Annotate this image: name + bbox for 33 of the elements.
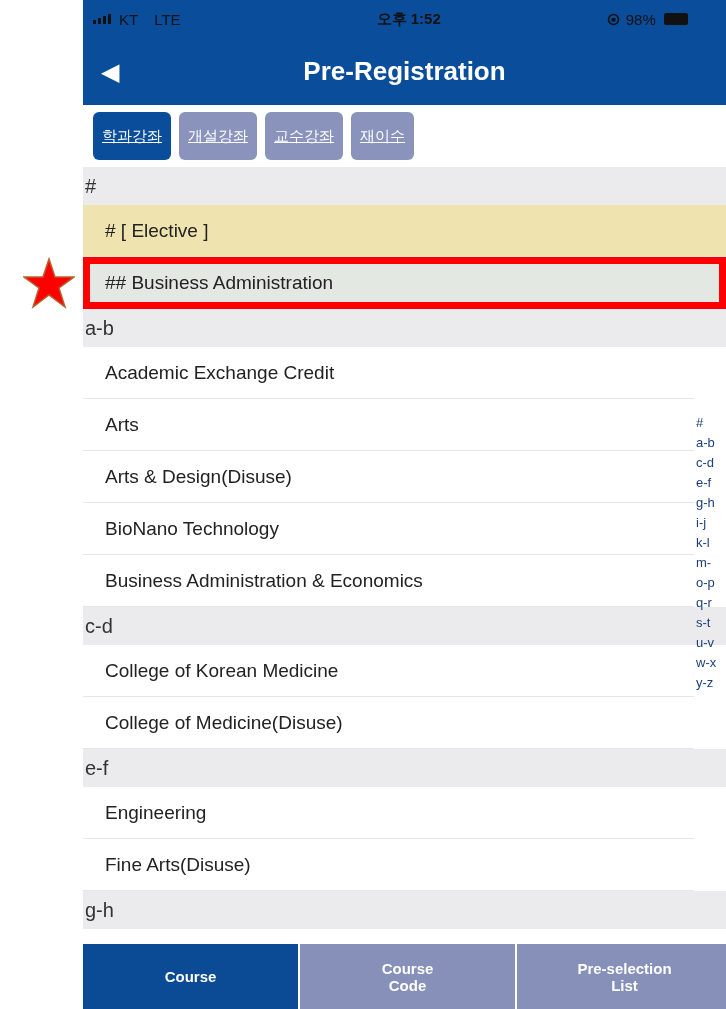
- department-row[interactable]: Engineering: [83, 787, 694, 839]
- index-letter[interactable]: i-j: [696, 513, 707, 533]
- network-label: LTE: [154, 10, 181, 28]
- index-letter[interactable]: g-h: [696, 493, 715, 513]
- index-letter[interactable]: w-x: [696, 653, 717, 673]
- index-letter[interactable]: y-z: [696, 673, 714, 693]
- index-letter[interactable]: s-t: [696, 613, 711, 633]
- index-letter[interactable]: k-l: [696, 533, 710, 553]
- back-button[interactable]: ◀: [101, 57, 119, 86]
- screen-title: Pre-Registration: [303, 56, 506, 87]
- index-letter[interactable]: o-p: [696, 573, 715, 593]
- bottom-tab[interactable]: Course: [83, 944, 300, 1009]
- index-letter[interactable]: e-f: [696, 473, 712, 493]
- index-letter[interactable]: u-v: [696, 633, 715, 653]
- battery-percent: 98%: [625, 10, 656, 28]
- index-letter[interactable]: c-d: [696, 453, 715, 473]
- department-row[interactable]: Arts: [83, 399, 694, 451]
- section-header: e-f: [83, 749, 726, 787]
- department-row[interactable]: # [ Elective ]: [83, 205, 726, 257]
- carrier-label: KT: [119, 10, 139, 28]
- department-row[interactable]: Arts & Design(Disuse): [83, 451, 694, 503]
- section-header: g-h: [83, 891, 726, 929]
- index-letter[interactable]: m-: [696, 553, 712, 573]
- index-letter[interactable]: q-r: [696, 593, 712, 613]
- department-row[interactable]: College of Korean Medicine: [83, 645, 694, 697]
- index-letter[interactable]: #: [696, 413, 704, 433]
- category-tab[interactable]: 학과강좌: [93, 112, 171, 160]
- department-row[interactable]: BioNano Technology: [83, 503, 694, 555]
- section-header: a-b: [83, 309, 726, 347]
- index-letter[interactable]: a-b: [696, 433, 715, 453]
- status-time: 오후 1:52: [376, 9, 441, 29]
- section-header: #: [83, 167, 726, 205]
- department-row[interactable]: Academic Exchange Credit: [83, 347, 694, 399]
